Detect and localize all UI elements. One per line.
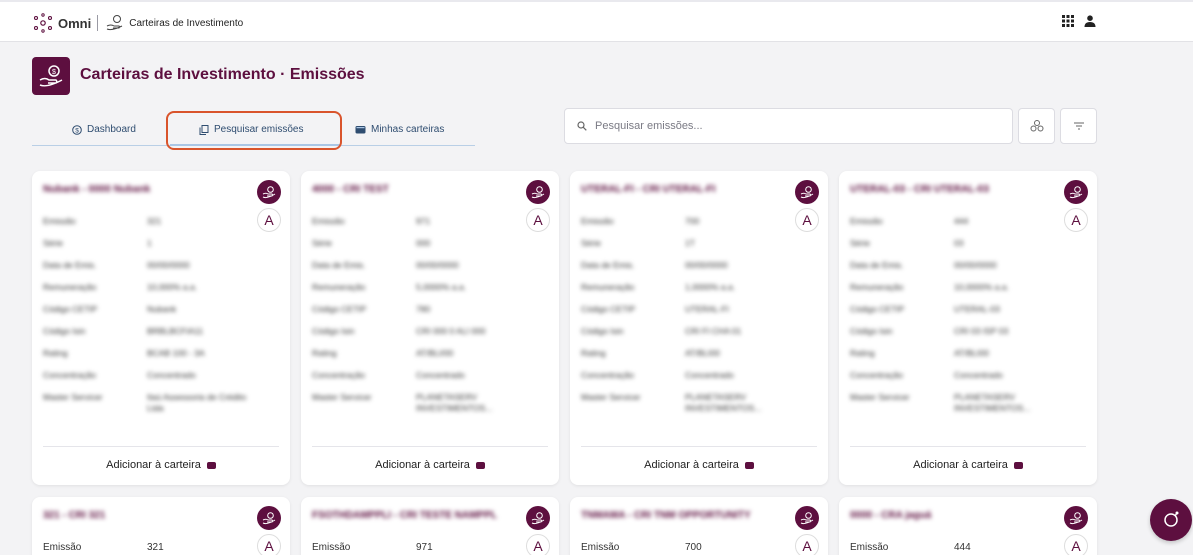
filter-button[interactable] — [1060, 108, 1097, 144]
card-title[interactable]: TNMAMA - CRI TNM OPPORTUNITY — [581, 510, 751, 521]
tab-label: Dashboard — [87, 124, 136, 135]
filter-icon — [1073, 122, 1084, 130]
add-to-wallet-button[interactable]: Adicionar à carteira — [32, 459, 290, 471]
a-logo-icon: A — [1064, 208, 1088, 232]
a-logo-icon: A — [526, 534, 550, 555]
add-to-wallet-button[interactable]: Adicionar à carteira — [301, 459, 559, 471]
divider — [43, 446, 279, 447]
brand[interactable]: Omni Carteiras de Investimento — [33, 13, 243, 33]
card-title[interactable]: 321 - CRI 321 — [43, 510, 105, 521]
a-logo-icon: A — [1064, 534, 1088, 555]
card-title[interactable]: UTERAL-FI - CRI UTERAL-FI — [581, 184, 715, 195]
svg-text:$: $ — [75, 127, 79, 134]
card-title[interactable]: 0000 - CRA jaguá — [850, 510, 931, 521]
top-actions — [1062, 15, 1096, 27]
highlight-annotation — [166, 111, 342, 150]
emission-card: 321 - CRI 321 A Emissão 321 — [32, 497, 290, 555]
divider — [312, 446, 548, 447]
brand-name: Omni — [58, 15, 92, 31]
emission-card: UTERAL-FI - CRI UTERAL-FI A Emissão 700 S… — [570, 171, 828, 485]
top-bar: Omni Carteiras de Investimento — [0, 0, 1193, 42]
chat-fab-button[interactable] — [1150, 499, 1192, 541]
emission-card: TNMAMA - CRI TNM OPPORTUNITY A Emissão 70… — [570, 497, 828, 555]
hand-coin-icon — [526, 506, 550, 530]
a-logo-icon: A — [257, 208, 281, 232]
tab-minhas-carteiras[interactable]: Minhas carteiras — [355, 124, 444, 135]
card-title[interactable]: Nubank - 0000 Nubank — [43, 184, 150, 195]
wallet-icon — [206, 461, 216, 469]
hand-coin-icon — [107, 15, 123, 31]
page-icon: $ — [32, 57, 70, 95]
emission-card: 4000 - CRI TEST A Emissão 971 Série 000 Da… — [301, 171, 559, 485]
hand-coin-icon — [795, 506, 819, 530]
search-box[interactable] — [564, 108, 1013, 144]
divider — [850, 446, 1086, 447]
hand-coin-icon: $ — [39, 65, 63, 87]
hand-coin-icon — [795, 180, 819, 204]
hand-coin-icon — [257, 506, 281, 530]
page-title: Carteiras de Investimento · Emissões — [80, 66, 365, 83]
add-to-wallet-button[interactable]: Adicionar à carteira — [570, 459, 828, 471]
group-button[interactable] — [1018, 108, 1055, 144]
emission-card: UTERAL-03 - CRI UTERAL-03 A Emissão 444 S… — [839, 171, 1097, 485]
tab-label: Minhas carteiras — [371, 124, 445, 135]
group-icon — [1030, 120, 1043, 132]
hand-coin-icon — [257, 180, 281, 204]
tab-dashboard[interactable]: $ Dashboard — [72, 124, 136, 135]
a-logo-icon: A — [795, 534, 819, 555]
card-title[interactable]: FSOTHDAMPPLI - CRI TESTE NAMPPL — [312, 510, 497, 521]
add-to-wallet-button[interactable]: Adicionar à carteira — [839, 459, 1097, 471]
brand-separator — [97, 15, 99, 31]
hand-coin-icon — [1064, 506, 1088, 530]
emission-card: 0000 - CRA jaguá A Emissão 444 — [839, 497, 1097, 555]
dollar-circle-icon: $ — [72, 124, 82, 135]
omni-logo-icon — [33, 13, 53, 33]
card-title[interactable]: UTERAL-03 - CRI UTERAL-03 — [850, 184, 989, 195]
wallet-icon — [355, 126, 366, 134]
a-logo-icon: A — [795, 208, 819, 232]
search-icon — [577, 121, 587, 131]
wallet-icon — [475, 461, 485, 469]
chat-icon — [1164, 511, 1179, 527]
a-logo-icon: A — [257, 534, 281, 555]
apps-grid-icon[interactable] — [1062, 15, 1074, 27]
card-title[interactable]: 4000 - CRI TEST — [312, 184, 389, 195]
emission-card: Nubank - 0000 Nubank A Emissão 321 Série 1… — [32, 171, 290, 485]
emission-card: FSOTHDAMPPLI - CRI TESTE NAMPPL A Emissã… — [301, 497, 559, 555]
search-input[interactable] — [595, 120, 975, 132]
wallet-icon — [744, 461, 754, 469]
svg-text:$: $ — [52, 69, 56, 76]
app-name: Carteiras de Investimento — [129, 17, 244, 29]
user-icon[interactable] — [1084, 15, 1096, 27]
wallet-icon — [1013, 461, 1023, 469]
a-logo-icon: A — [526, 208, 550, 232]
hand-coin-icon — [526, 180, 550, 204]
hand-coin-icon — [1064, 180, 1088, 204]
divider — [581, 446, 817, 447]
